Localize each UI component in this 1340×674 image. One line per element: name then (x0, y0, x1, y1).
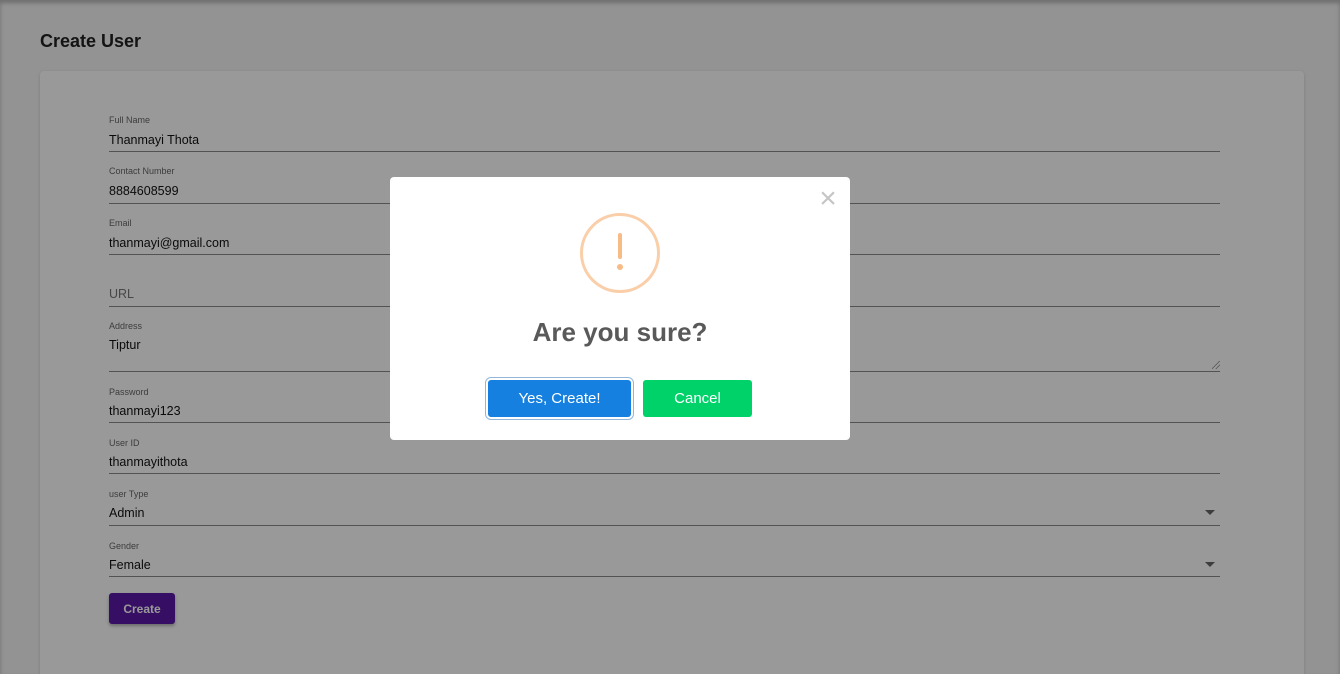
close-icon[interactable]: × (816, 184, 840, 214)
warning-icon (580, 213, 660, 293)
dialog-title: Are you sure? (532, 317, 708, 347)
confirm-create-button[interactable]: Yes, Create! (488, 380, 631, 417)
confirm-dialog: × Are you sure? Yes, Create! Cancel (390, 177, 850, 440)
cancel-button[interactable]: Cancel (643, 380, 752, 417)
create-user-page: Create User Full Name Thanmayi Thota Con… (0, 0, 1340, 674)
